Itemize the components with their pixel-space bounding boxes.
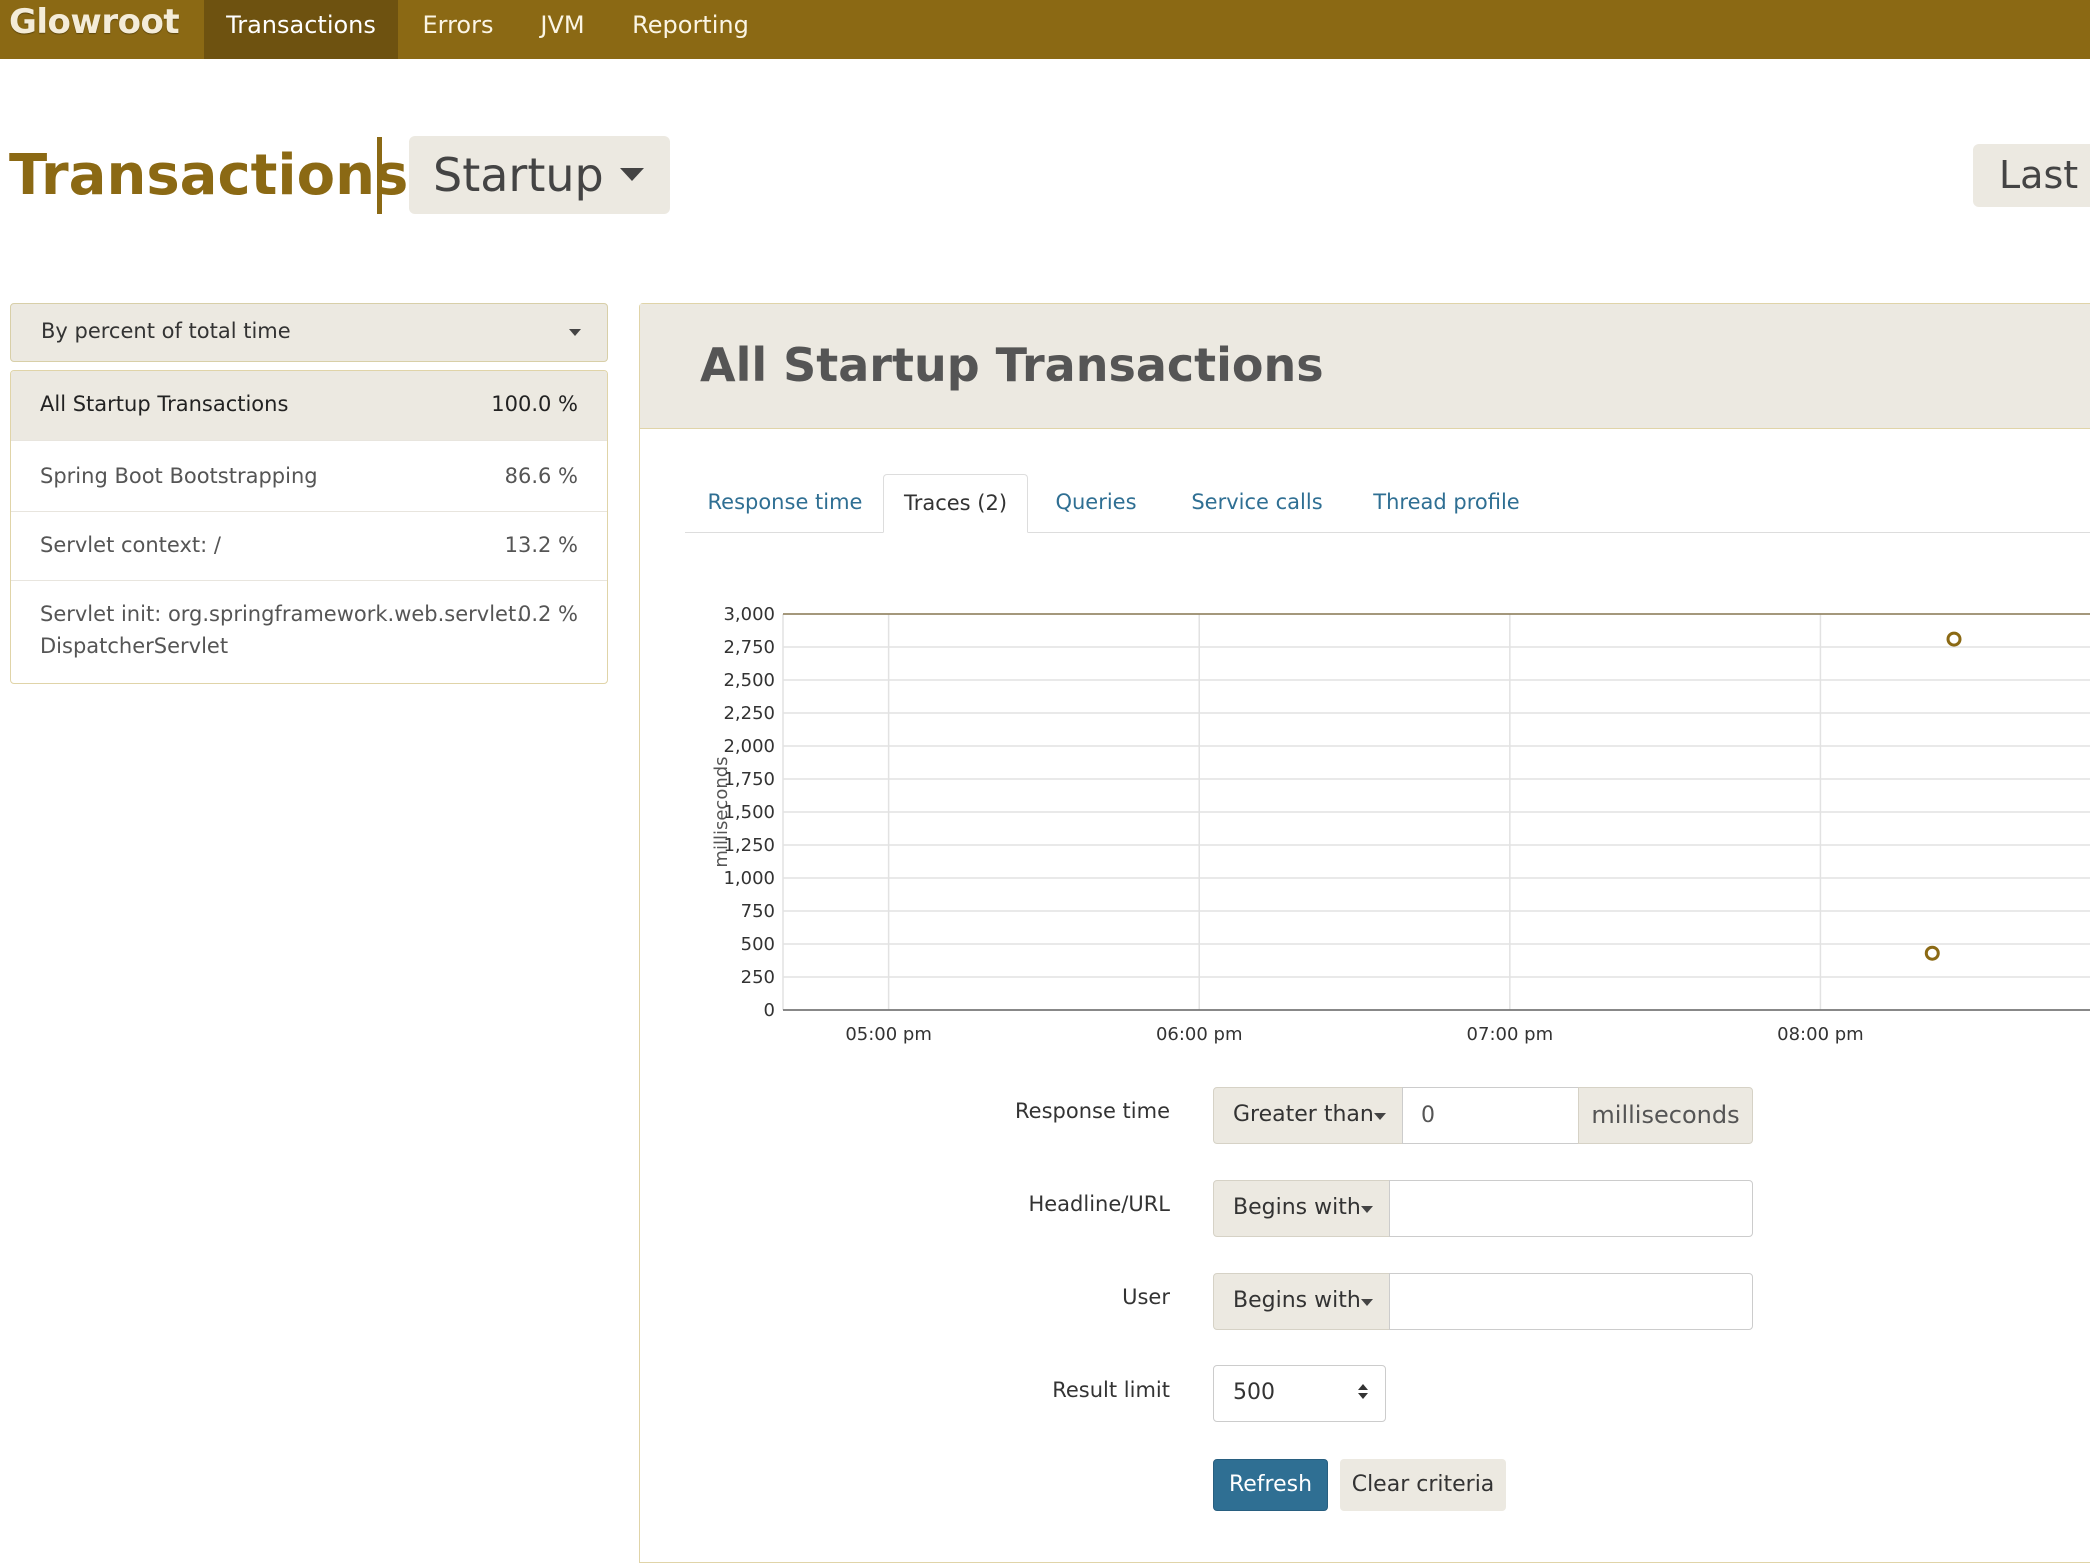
tab-thread-profile[interactable]: Thread profile bbox=[1349, 474, 1544, 531]
transaction-name: Spring Boot Bootstrapping bbox=[40, 464, 318, 488]
response-time-operator-label: Greater than bbox=[1233, 1102, 1374, 1127]
refresh-button[interactable]: Refresh bbox=[1213, 1459, 1328, 1511]
transaction-row-all[interactable]: All Startup Transactions 100.0 % bbox=[11, 371, 607, 441]
y-tick-label: 0 bbox=[764, 1000, 775, 1021]
y-tick-labels: 0 250 500 750 1,000 1,250 1,500 1,750 2,000 2,250… bbox=[723, 604, 775, 1021]
headline-url-label: Headline/URL bbox=[1028, 1192, 1170, 1216]
y-tick-label: 2,000 bbox=[723, 736, 775, 757]
traces-scatter-chart[interactable]: milliseconds 02505007501,0001,2501,5001,… bbox=[680, 590, 2090, 1060]
user-operator-label: Begins with bbox=[1233, 1288, 1361, 1313]
result-limit-label: Result limit bbox=[1052, 1378, 1170, 1402]
x-tick-label: 07:00 pm bbox=[1467, 1024, 1554, 1045]
y-tick-label: 750 bbox=[741, 901, 775, 922]
sort-dropdown[interactable]: By percent of total time bbox=[10, 303, 608, 362]
response-time-label: Response time bbox=[1015, 1099, 1170, 1123]
headline-input[interactable] bbox=[1389, 1180, 1753, 1237]
up-down-arrows-icon bbox=[1358, 1384, 1368, 1399]
transaction-row-spring-boot[interactable]: Spring Boot Bootstrapping 86.6 % bbox=[11, 443, 607, 512]
trace-point[interactable] bbox=[1946, 631, 1962, 647]
nav-errors[interactable]: Errors bbox=[404, 0, 512, 59]
y-tick-label: 500 bbox=[741, 934, 775, 955]
transaction-percent: 0.2 % bbox=[517, 602, 578, 626]
x-tick-label: 08:00 pm bbox=[1777, 1024, 1864, 1045]
caret-down-icon bbox=[1374, 1113, 1386, 1120]
y-tick-label: 3,000 bbox=[723, 604, 775, 625]
nav-reporting[interactable]: Reporting bbox=[618, 0, 763, 59]
y-tick-label: 2,500 bbox=[723, 670, 775, 691]
caret-down-icon bbox=[1361, 1299, 1373, 1306]
user-label: User bbox=[1122, 1285, 1170, 1309]
transaction-row-servlet-init[interactable]: Servlet init: org.springframework.web.se… bbox=[11, 581, 607, 683]
tab-service-calls[interactable]: Service calls bbox=[1172, 474, 1342, 531]
tab-response-time[interactable]: Response time bbox=[685, 474, 885, 531]
transaction-percent: 86.6 % bbox=[504, 464, 578, 488]
caret-down-icon bbox=[569, 329, 581, 336]
headline-operator-label: Begins with bbox=[1233, 1195, 1361, 1220]
page-title: Transactions bbox=[9, 143, 409, 208]
y-tick-label: 2,750 bbox=[723, 637, 775, 658]
panel-heading: All Startup Transactions bbox=[640, 304, 2090, 429]
transaction-row-servlet-context[interactable]: Servlet context: / 13.2 % bbox=[11, 512, 607, 581]
user-operator-dropdown[interactable]: Begins with bbox=[1213, 1273, 1390, 1330]
title-divider bbox=[377, 137, 382, 214]
transaction-name: Servlet context: / bbox=[40, 533, 221, 557]
x-tick-label: 05:00 pm bbox=[845, 1024, 932, 1045]
y-tick-label: 1,750 bbox=[723, 769, 775, 790]
panel-title: All Startup Transactions bbox=[700, 338, 1324, 392]
y-tick-label: 250 bbox=[741, 967, 775, 988]
caret-down-icon bbox=[620, 168, 644, 181]
result-limit-value: 500 bbox=[1233, 1380, 1275, 1405]
transaction-type-label: Startup bbox=[433, 148, 604, 202]
y-tick-label: 1,000 bbox=[723, 868, 775, 889]
top-navbar: Glowroot Transactions Errors JVM Reporti… bbox=[0, 0, 2090, 59]
nav-transactions[interactable]: Transactions bbox=[204, 0, 398, 59]
caret-down-icon bbox=[1361, 1206, 1373, 1213]
trace-point[interactable] bbox=[1924, 945, 1940, 961]
tab-bar: Response time Traces (2) Queries Service… bbox=[685, 474, 2090, 533]
user-input[interactable] bbox=[1389, 1273, 1753, 1330]
transaction-name: All Startup Transactions bbox=[40, 392, 289, 416]
milliseconds-addon: milliseconds bbox=[1578, 1087, 1753, 1144]
response-time-input[interactable] bbox=[1402, 1087, 1580, 1144]
brand-logo[interactable]: Glowroot bbox=[9, 2, 180, 42]
sort-dropdown-label: By percent of total time bbox=[41, 319, 291, 343]
transaction-percent: 13.2 % bbox=[504, 533, 578, 557]
x-tick-labels: 05:00 pm 06:00 pm 07:00 pm 08:00 pm bbox=[845, 1024, 1863, 1045]
time-range-button[interactable]: Last 4 bbox=[1973, 144, 2090, 207]
result-limit-select[interactable]: 500 bbox=[1213, 1365, 1386, 1422]
tab-traces[interactable]: Traces (2) bbox=[883, 474, 1028, 533]
transaction-name-line2: DispatcherServlet bbox=[40, 634, 229, 658]
y-gridlines bbox=[783, 613, 2090, 1011]
transaction-percent: 100.0 % bbox=[491, 392, 578, 416]
nav-jvm[interactable]: JVM bbox=[525, 0, 600, 59]
clear-criteria-button[interactable]: Clear criteria bbox=[1340, 1459, 1506, 1511]
transaction-name-line1: Servlet init: org.springframework.web.se… bbox=[40, 602, 523, 626]
y-tick-label: 1,250 bbox=[723, 835, 775, 856]
headline-operator-dropdown[interactable]: Begins with bbox=[1213, 1180, 1390, 1237]
x-tick-label: 06:00 pm bbox=[1156, 1024, 1243, 1045]
response-time-operator-dropdown[interactable]: Greater than bbox=[1213, 1087, 1403, 1144]
tab-queries[interactable]: Queries bbox=[1030, 474, 1162, 531]
transaction-list: All Startup Transactions 100.0 % Spring … bbox=[10, 370, 608, 684]
y-tick-label: 2,250 bbox=[723, 703, 775, 724]
transaction-type-dropdown[interactable]: Startup bbox=[409, 136, 670, 214]
y-tick-label: 1,500 bbox=[723, 802, 775, 823]
